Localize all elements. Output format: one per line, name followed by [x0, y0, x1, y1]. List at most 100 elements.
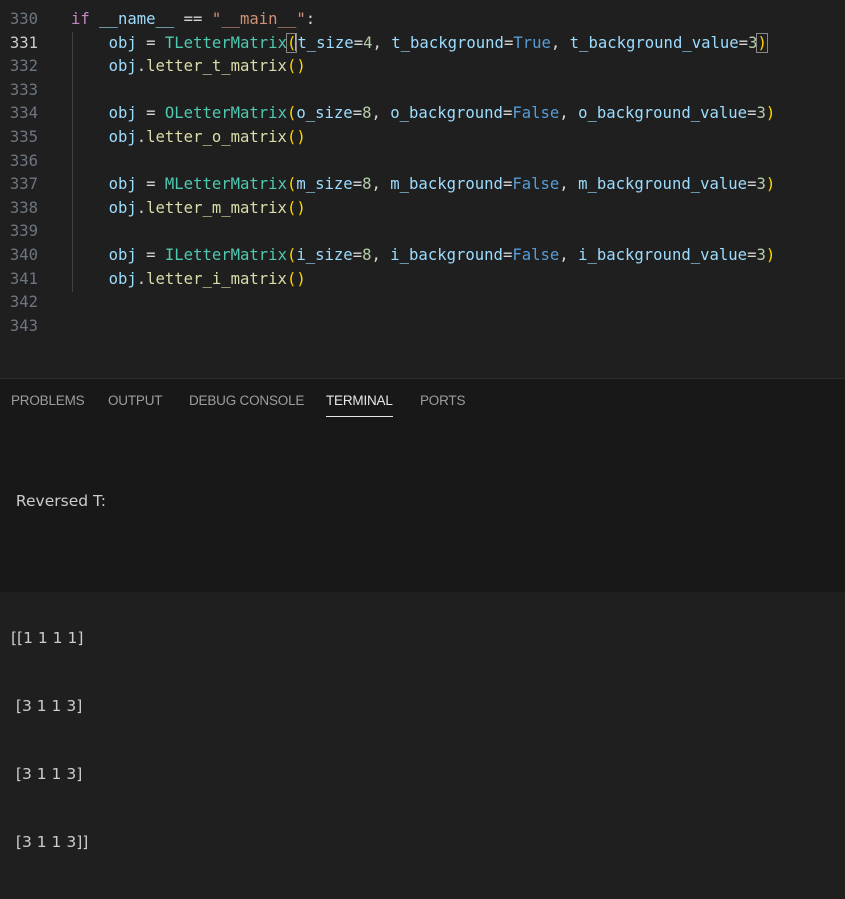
- code-line[interactable]: 338 obj.letter_m_matrix(): [0, 197, 845, 221]
- tab-problems[interactable]: PROBLEMS: [11, 393, 85, 408]
- code-text: obj.letter_o_matrix(): [71, 126, 306, 150]
- terminal-line: [[1 1 1 1]: [11, 628, 84, 647]
- line-number: 332: [9, 57, 38, 76]
- code-token: =: [352, 246, 363, 264]
- code-token: (): [286, 269, 306, 288]
- code-token: letter_o_matrix: [146, 128, 287, 146]
- code-line[interactable]: 336: [0, 150, 845, 174]
- code-token: ,: [371, 104, 391, 123]
- code-token: (): [286, 128, 306, 146]
- code-token: 3: [756, 246, 766, 264]
- code-line[interactable]: 332 obj.letter_t_matrix(): [0, 55, 845, 79]
- code-token: ,: [372, 33, 392, 52]
- code-token: i_size: [296, 246, 353, 264]
- code-line[interactable]: 339: [0, 220, 845, 244]
- line-number: 330: [9, 10, 38, 28]
- code-token: OLetterMatrix: [164, 104, 287, 123]
- code-token: =: [352, 104, 363, 123]
- code-line[interactable]: 340 obj = ILetterMatrix(i_size=8, i_back…: [0, 244, 845, 268]
- code-token: True: [513, 33, 551, 52]
- code-token: ): [765, 175, 776, 194]
- code-token: m_background: [390, 175, 503, 194]
- tab-ports[interactable]: PORTS: [420, 393, 465, 408]
- terminal-output[interactable]: Reversed T: [[1 1 1 1] [3 1 1 3] [3 1 1 …: [11, 445, 106, 899]
- code-token: =: [353, 33, 364, 52]
- code-token: "__main__": [211, 10, 306, 28]
- code-token: ILetterMatrix: [164, 246, 287, 264]
- line-number: 340: [9, 246, 38, 264]
- code-token: TLetterMatrix: [164, 33, 287, 52]
- tab-terminal[interactable]: TERMINAL: [326, 393, 393, 417]
- code-line[interactable]: 335 obj.letter_o_matrix(): [0, 126, 845, 150]
- code-text: if __name__ == "__main__":: [71, 8, 315, 32]
- code-token: m_background_value: [578, 175, 748, 194]
- code-editor[interactable]: 330 if __name__ == "__main__": 331 obj = T…: [0, 0, 845, 378]
- code-token: =: [352, 175, 363, 194]
- code-token: .: [136, 57, 147, 76]
- code-token: False: [512, 104, 560, 123]
- code-line[interactable]: 334 obj = OLetterMatrix(o_size=8, o_back…: [0, 102, 845, 126]
- code-token: letter_t_matrix: [146, 57, 287, 76]
- code-token: t_size: [297, 33, 354, 52]
- code-token: (: [286, 104, 297, 123]
- code-token: obj: [108, 128, 137, 146]
- code-token: i_background_value: [578, 246, 748, 264]
- code-token: 3: [756, 175, 766, 194]
- code-token: ,: [371, 175, 391, 194]
- code-token: (): [286, 198, 306, 217]
- code-token: ,: [559, 175, 579, 194]
- line-number: 333: [9, 80, 38, 99]
- code-token: =: [503, 33, 514, 52]
- code-token: o_background_value: [578, 104, 748, 123]
- tab-debug-console[interactable]: DEBUG CONSOLE: [189, 393, 304, 408]
- code-token: :: [305, 10, 316, 28]
- code-line[interactable]: 343: [0, 315, 845, 339]
- terminal-line: [3 1 1 3]: [11, 696, 83, 715]
- code-token: obj: [108, 57, 137, 76]
- line-number: 331: [9, 33, 38, 52]
- code-token: .: [136, 128, 147, 146]
- terminal-line: [3 1 1 3]: [11, 764, 83, 783]
- code-token: =: [136, 175, 165, 194]
- code-text: obj = OLetterMatrix(o_size=8, o_backgrou…: [71, 102, 776, 126]
- code-token: (: [286, 246, 297, 264]
- code-token: =: [136, 33, 165, 52]
- code-token: ): [756, 32, 768, 53]
- code-token: m_size: [296, 175, 353, 194]
- code-line[interactable]: 333: [0, 79, 845, 103]
- bottom-panel: PROBLEMS OUTPUT DEBUG CONSOLE TERMINAL P…: [0, 378, 845, 851]
- code-token: letter_m_matrix: [146, 198, 287, 217]
- code-token: letter_i_matrix: [146, 269, 287, 288]
- code-token: 3: [756, 104, 766, 123]
- code-token: ,: [371, 246, 391, 264]
- line-number: 334: [9, 104, 38, 123]
- line-number: 341: [9, 269, 38, 288]
- panel-tabs: PROBLEMS OUTPUT DEBUG CONSOLE TERMINAL P…: [0, 379, 845, 423]
- code-token: ): [765, 246, 776, 264]
- code-token: obj: [108, 104, 137, 123]
- code-line[interactable]: 341 obj.letter_i_matrix(): [0, 268, 845, 292]
- code-token: MLetterMatrix: [164, 175, 287, 194]
- code-token: =: [136, 246, 165, 264]
- code-line[interactable]: 337 obj = MLetterMatrix(m_size=8, m_back…: [0, 173, 845, 197]
- code-text: obj = ILetterMatrix(i_size=8, i_backgrou…: [71, 244, 776, 268]
- code-text: obj.letter_t_matrix(): [71, 55, 306, 79]
- code-token: ,: [559, 246, 579, 264]
- code-line[interactable]: 331 obj = TLetterMatrix(t_size=4, t_back…: [0, 32, 845, 56]
- code-text: obj = TLetterMatrix(t_size=4, t_backgrou…: [71, 32, 768, 56]
- code-line[interactable]: 342: [0, 291, 845, 315]
- tab-output[interactable]: OUTPUT: [108, 393, 162, 408]
- line-number: 342: [9, 293, 38, 312]
- code-token: (): [286, 57, 306, 76]
- code-text: obj.letter_m_matrix(): [71, 197, 306, 221]
- code-token: t_background_value: [569, 33, 739, 52]
- code-token: =: [502, 246, 513, 264]
- code-line[interactable]: 330 if __name__ == "__main__":: [0, 8, 845, 32]
- code-token: ): [765, 104, 776, 123]
